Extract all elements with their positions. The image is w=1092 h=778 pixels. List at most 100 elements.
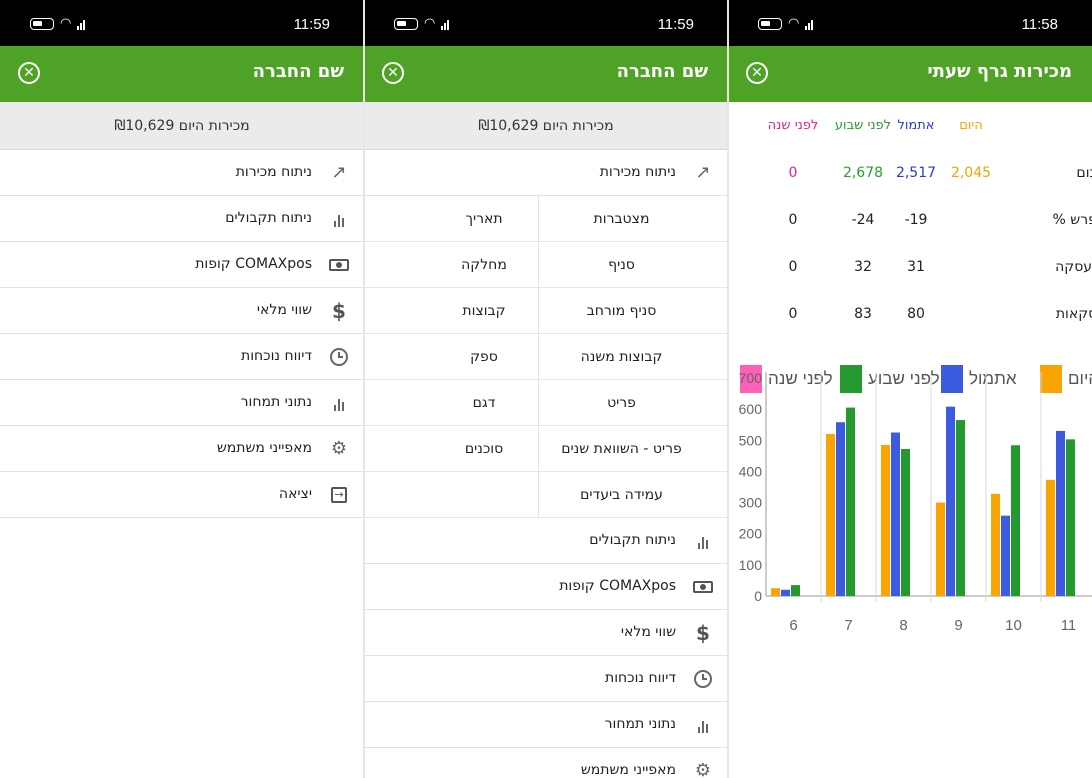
x-tick-label: 8 (899, 617, 907, 634)
bar (1001, 515, 1010, 596)
y-tick-label: 700 (739, 370, 763, 386)
menu-item-exit[interactable]: → יציאה (0, 472, 364, 518)
submenu-department[interactable]: מחלקה (424, 242, 544, 288)
divider (363, 0, 365, 778)
submenu-item[interactable]: פריט (538, 380, 704, 426)
x-tick-label: 10 (1005, 617, 1022, 634)
y-tick-label: 100 (739, 557, 763, 573)
submenu-row: פריט - השוואת שנים סוכנים (364, 426, 728, 472)
menu-item-receipts-analysis[interactable]: ניתוח תקבולים (0, 196, 364, 242)
bar (1066, 439, 1075, 596)
col-header-week-ago: לפני שבוע (834, 118, 892, 133)
menu-item-label: יציאה (278, 486, 312, 502)
submenu-subgroups[interactable]: קבוצות משנה (538, 334, 704, 380)
menu-item-label: מאפייני משתמש (216, 440, 312, 456)
submenu-model[interactable]: דגם (424, 380, 544, 426)
bar (891, 432, 900, 596)
submenu-row: סניף מחלקה (364, 242, 728, 288)
menu-item-sales-analysis[interactable]: ↗ ניתוח מכירות (364, 150, 728, 196)
submenu-supplier[interactable]: ספק (424, 334, 544, 380)
menu-item-label: ניתוח מכירות (235, 164, 312, 180)
submenu-groups[interactable]: קבוצות (424, 288, 544, 334)
main-menu: ↗ ניתוח מכירות ניתוח תקבולים קופות COMAX… (0, 150, 364, 518)
cell-value: 32 (854, 259, 872, 275)
menu-item-label: ניתוח מכירות (599, 164, 676, 180)
bar (946, 406, 955, 596)
y-tick-label: 500 (739, 432, 763, 448)
menu-item-label: ניתוח תקבולים (225, 210, 312, 226)
signal-icon (77, 18, 86, 30)
table-row: מ.עסקה 31 32 0 (728, 245, 1092, 292)
battery-icon (758, 18, 782, 30)
close-icon[interactable]: ✕ (382, 62, 404, 84)
main-menu: ↗ ניתוח מכירות מצטברות תאריך סניף מחלקה … (364, 150, 728, 778)
x-tick-label: 6 (789, 617, 797, 634)
close-icon[interactable]: ✕ (18, 62, 40, 84)
bar-chart-icon (328, 208, 350, 230)
menu-item-inventory-value[interactable]: $ שווי מלאי (364, 610, 728, 656)
company-title: שם החברה (616, 61, 708, 82)
menu-item-label: דיווח נוכחות (605, 670, 676, 686)
menu-item-inventory-value[interactable]: $ שווי מלאי (0, 288, 364, 334)
table-row: עסקאות 80 83 0 (728, 292, 1092, 339)
menu-item-label: ניתוח תקבולים (589, 532, 676, 548)
bar (881, 444, 890, 596)
dollar-icon: $ (332, 299, 346, 323)
bar (826, 434, 835, 596)
bar-chart-icon (692, 714, 714, 736)
submenu-extended-branch[interactable]: סניף מורחב (538, 288, 704, 334)
col-header-year-ago: לפני שנה (767, 118, 819, 133)
submenu-item-year-compare[interactable]: פריט - השוואת שנים (538, 426, 704, 472)
menu-item-label: קופות COMAXpos (559, 578, 676, 594)
status-bar: ◠ 11:58 (728, 0, 1092, 46)
row-label: עסקאות (1055, 306, 1092, 322)
exit-icon: → (328, 484, 350, 506)
y-tick-label: 200 (739, 526, 763, 542)
submenu-agents[interactable]: סוכנים (424, 426, 544, 472)
bar (781, 589, 790, 596)
wifi-icon: ◠ (788, 16, 800, 31)
menu-item-sales-analysis[interactable]: ↗ ניתוח מכירות (0, 150, 364, 196)
y-tick-label: 400 (739, 463, 763, 479)
cash-register-icon (692, 576, 714, 598)
bar (1056, 430, 1065, 596)
menu-item-label: קופות COMAXpos (195, 256, 312, 272)
submenu-row: קבוצות משנה ספק (364, 334, 728, 380)
cell-value: 0 (788, 212, 798, 228)
row-label: מ.עסקה (1055, 259, 1092, 275)
submenu-targets[interactable]: עמידה ביעדים (538, 472, 704, 518)
menu-item-attendance[interactable]: דיווח נוכחות (364, 656, 728, 702)
bar (836, 422, 845, 596)
trending-up-icon: ↗ (331, 162, 347, 183)
row-label: % הפרש (1052, 212, 1092, 228)
dollar-icon: $ (696, 621, 710, 645)
y-tick-label: 300 (739, 495, 763, 511)
menu-item-comax-registers[interactable]: קופות COMAXpos (0, 242, 364, 288)
company-title: שם החברה (252, 61, 344, 82)
gear-icon: ⚙ (694, 760, 712, 778)
bar (901, 449, 910, 596)
menu-item-user-settings[interactable]: ⚙ מאפייני משתמש (364, 748, 728, 778)
submenu-date[interactable]: תאריך (424, 196, 544, 242)
bar (991, 493, 1000, 596)
menu-item-comax-registers[interactable]: קופות COMAXpos (364, 564, 728, 610)
submenu-row: סניף מורחב קבוצות (364, 288, 728, 334)
submenu-branch[interactable]: סניף (538, 242, 704, 288)
bar (956, 420, 965, 596)
menu-item-pricing[interactable]: נתוני תמחור (0, 380, 364, 426)
status-bar: ◠ 11:59 (364, 0, 728, 46)
menu-item-user-settings[interactable]: ⚙ מאפייני משתמש (0, 426, 364, 472)
stats-header-row: היום אתמול לפני שבוע לפני שנה (728, 104, 1092, 151)
bar (791, 585, 800, 596)
submenu-cumulative[interactable]: מצטברות (538, 196, 704, 242)
menu-item-attendance[interactable]: דיווח נוכחות (0, 334, 364, 380)
app-bar: ✕ שם החברה (364, 46, 728, 102)
close-icon[interactable]: ✕ (746, 62, 768, 84)
today-sales: מכירות היום ₪10,629 (364, 102, 728, 150)
menu-item-pricing[interactable]: נתוני תמחור (364, 702, 728, 748)
submenu-row: מצטברות תאריך (364, 196, 728, 242)
menu-item-label: מאפייני משתמש (580, 762, 676, 778)
status-time: 11:59 (293, 16, 330, 33)
menu-item-receipts-analysis[interactable]: ניתוח תקבולים (364, 518, 728, 564)
x-tick-label: 7 (844, 617, 852, 634)
